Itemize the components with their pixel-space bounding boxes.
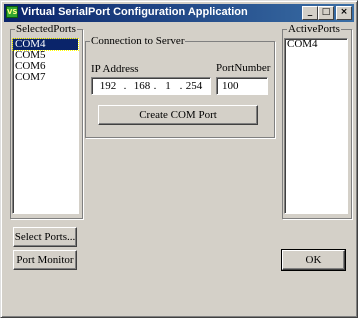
selected-port-list-item[interactable]: COM7 [13,72,78,83]
app-window: VS Virtual SerialPort Configuration Appl… [0,0,358,318]
ip-address-label: IP Address [91,63,139,75]
selected-ports-label: SelectedPorts [16,23,76,35]
port-monitor-button[interactable]: Port Monitor [13,250,77,270]
ip-octet-4: 254 [185,80,203,92]
port-number-field[interactable]: 100 [216,77,268,95]
ip-address-field[interactable]: 192 . 168 . 1 . 254 [91,77,211,95]
active-ports-label: ActivePorts [288,23,340,35]
ok-button[interactable]: OK [281,249,346,271]
connection-label: Connection to Server [91,35,185,47]
close-button[interactable]: × [336,6,352,20]
active-port-list-item[interactable]: COM4 [285,39,347,50]
title-bar[interactable]: VS Virtual SerialPort Configuration Appl… [4,4,354,22]
app-icon[interactable]: VS [6,6,18,18]
minimize-button[interactable]: _ [302,6,318,20]
create-com-port-button[interactable]: Create COM Port [98,105,258,125]
select-ports-button[interactable]: Select Ports... [13,227,77,247]
maximize-button[interactable]: □ [318,6,334,20]
active-ports-list[interactable]: COM4 [284,38,348,214]
port-number-value: 100 [222,80,239,92]
port-number-label: PortNumber [216,62,271,74]
selected-ports-list[interactable]: COM4 COM5 COM6 COM7 [12,38,79,214]
window-title: Virtual SerialPort Configuration Applica… [21,6,248,18]
ip-octet-1: 192 [99,80,117,92]
